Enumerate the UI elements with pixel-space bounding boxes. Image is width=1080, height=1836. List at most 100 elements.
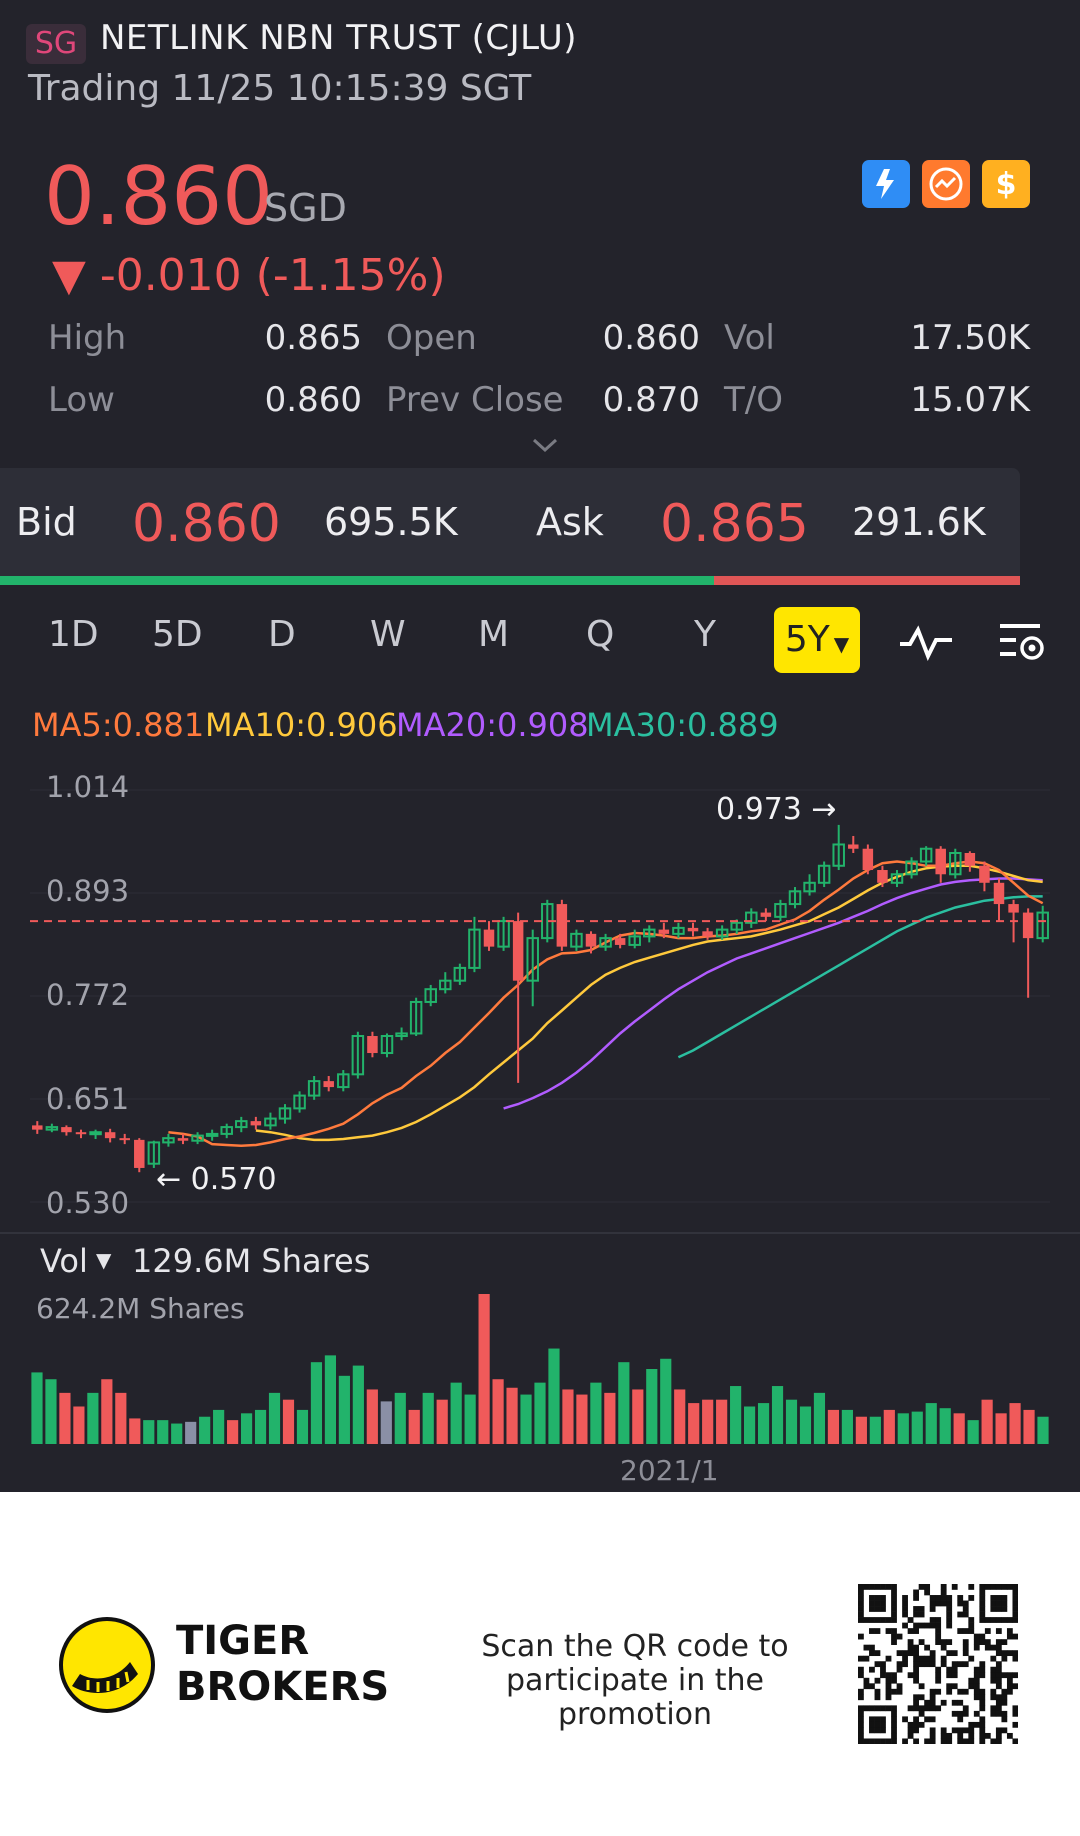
qr-module bbox=[935, 1705, 942, 1712]
qr-module bbox=[874, 1688, 881, 1695]
volume-bar bbox=[31, 1372, 43, 1444]
y-tick-3: 0.772 bbox=[46, 978, 130, 1012]
qr-module bbox=[913, 1694, 919, 1701]
qr-module bbox=[973, 1683, 980, 1690]
qr-module bbox=[940, 1727, 947, 1734]
volume-bar bbox=[716, 1399, 728, 1444]
qr-module bbox=[907, 1644, 914, 1651]
qr-finder-module bbox=[858, 1710, 864, 1717]
tab-y[interactable]: Y bbox=[694, 614, 716, 655]
candle bbox=[556, 904, 568, 947]
qr-finder-module bbox=[874, 1727, 881, 1734]
price-change: ▼ -0.010 (-1.15%) bbox=[52, 250, 446, 301]
chart-badge-icon[interactable] bbox=[922, 160, 970, 208]
qr-module bbox=[973, 1688, 980, 1695]
qr-finder-module bbox=[979, 1606, 986, 1612]
qr-module bbox=[968, 1617, 975, 1623]
volume-bar bbox=[254, 1409, 267, 1444]
tab-d[interactable]: D bbox=[268, 614, 296, 655]
tab-q[interactable]: Q bbox=[586, 614, 614, 655]
qr-module bbox=[913, 1721, 919, 1728]
qr-code[interactable] bbox=[858, 1584, 1018, 1744]
qr-module bbox=[995, 1732, 1002, 1739]
volume-bar bbox=[841, 1409, 853, 1444]
indicator-icon[interactable] bbox=[898, 622, 954, 666]
qr-module bbox=[1012, 1650, 1018, 1657]
qr-module bbox=[946, 1738, 953, 1744]
qr-module bbox=[1001, 1639, 1008, 1645]
qr-module bbox=[946, 1600, 953, 1607]
qr-module bbox=[935, 1666, 942, 1673]
qr-finder-module bbox=[990, 1595, 997, 1601]
volume-dropdown-icon[interactable]: ▼ bbox=[96, 1248, 111, 1272]
qr-finder-module bbox=[995, 1595, 1002, 1601]
qr-module bbox=[880, 1666, 886, 1673]
dollar-icon[interactable]: $ bbox=[982, 160, 1030, 208]
qr-module bbox=[990, 1644, 997, 1651]
qr-module bbox=[957, 1628, 964, 1634]
qr-finder-module bbox=[869, 1716, 875, 1723]
volume-bar bbox=[590, 1382, 602, 1444]
volume-bar bbox=[464, 1394, 476, 1444]
volume-bar bbox=[227, 1420, 239, 1444]
qr-module bbox=[918, 1661, 925, 1668]
lightning-level1-icon[interactable] bbox=[862, 160, 910, 208]
candle bbox=[1008, 904, 1019, 913]
qr-module bbox=[885, 1688, 892, 1695]
qr-module bbox=[929, 1694, 936, 1701]
qr-module bbox=[951, 1666, 958, 1673]
tab-5d[interactable]: 5D bbox=[152, 614, 203, 655]
qr-finder-module bbox=[1006, 1617, 1013, 1623]
qr-finder-module bbox=[1012, 1606, 1018, 1612]
volume-bar bbox=[436, 1399, 448, 1444]
qr-module bbox=[962, 1606, 969, 1612]
tab-m[interactable]: M bbox=[478, 614, 509, 655]
qr-module bbox=[874, 1628, 881, 1634]
qr-module bbox=[984, 1644, 991, 1651]
volume-bar bbox=[730, 1386, 742, 1444]
volume-bar bbox=[604, 1392, 616, 1444]
qr-finder-module bbox=[1001, 1606, 1008, 1612]
qr-finder-module bbox=[869, 1705, 875, 1712]
qr-module bbox=[935, 1639, 942, 1645]
qr-module bbox=[913, 1672, 919, 1679]
candle bbox=[205, 1132, 219, 1137]
qr-module bbox=[1006, 1732, 1013, 1739]
qr-finder-module bbox=[995, 1617, 1002, 1623]
vol-value: 17.50K bbox=[910, 318, 1030, 358]
qr-finder-module bbox=[1012, 1617, 1018, 1623]
qr-finder-module bbox=[1001, 1600, 1008, 1607]
qr-module bbox=[984, 1628, 991, 1634]
volume-bar bbox=[548, 1348, 560, 1444]
candle bbox=[104, 1132, 116, 1139]
qr-finder-module bbox=[891, 1716, 897, 1723]
qr-module bbox=[891, 1628, 897, 1634]
qr-module bbox=[913, 1589, 919, 1596]
qr-module bbox=[918, 1705, 925, 1712]
promo-footer: TIGER BROKERS Scan the QR code to partic… bbox=[0, 1492, 1080, 1836]
qr-module bbox=[957, 1688, 964, 1695]
qr-module bbox=[1001, 1650, 1008, 1657]
qr-module bbox=[1012, 1683, 1018, 1690]
qr-module bbox=[979, 1699, 986, 1706]
volume-bar bbox=[45, 1379, 57, 1444]
qr-module bbox=[924, 1589, 931, 1596]
chart-settings-icon[interactable] bbox=[996, 618, 1048, 670]
candle bbox=[119, 1138, 130, 1141]
qr-module bbox=[995, 1683, 1002, 1690]
qr-module bbox=[973, 1721, 980, 1728]
qr-module bbox=[924, 1584, 931, 1590]
tab-1d[interactable]: 1D bbox=[48, 614, 99, 655]
expand-chevron-icon[interactable] bbox=[530, 432, 560, 462]
qr-module bbox=[891, 1688, 897, 1695]
tab-5y-dropdown[interactable]: 5Y ▼ bbox=[774, 607, 860, 673]
qr-module bbox=[968, 1677, 975, 1684]
qr-finder-module bbox=[1012, 1589, 1018, 1596]
volume-chart[interactable] bbox=[0, 1290, 1080, 1446]
qr-module bbox=[968, 1622, 975, 1629]
trading-status: Trading 11/25 10:15:39 SGT bbox=[28, 68, 532, 109]
volume-label[interactable]: Vol bbox=[40, 1242, 88, 1280]
tab-w[interactable]: W bbox=[370, 614, 406, 655]
qr-module bbox=[962, 1727, 969, 1734]
qr-finder-module bbox=[880, 1595, 886, 1601]
